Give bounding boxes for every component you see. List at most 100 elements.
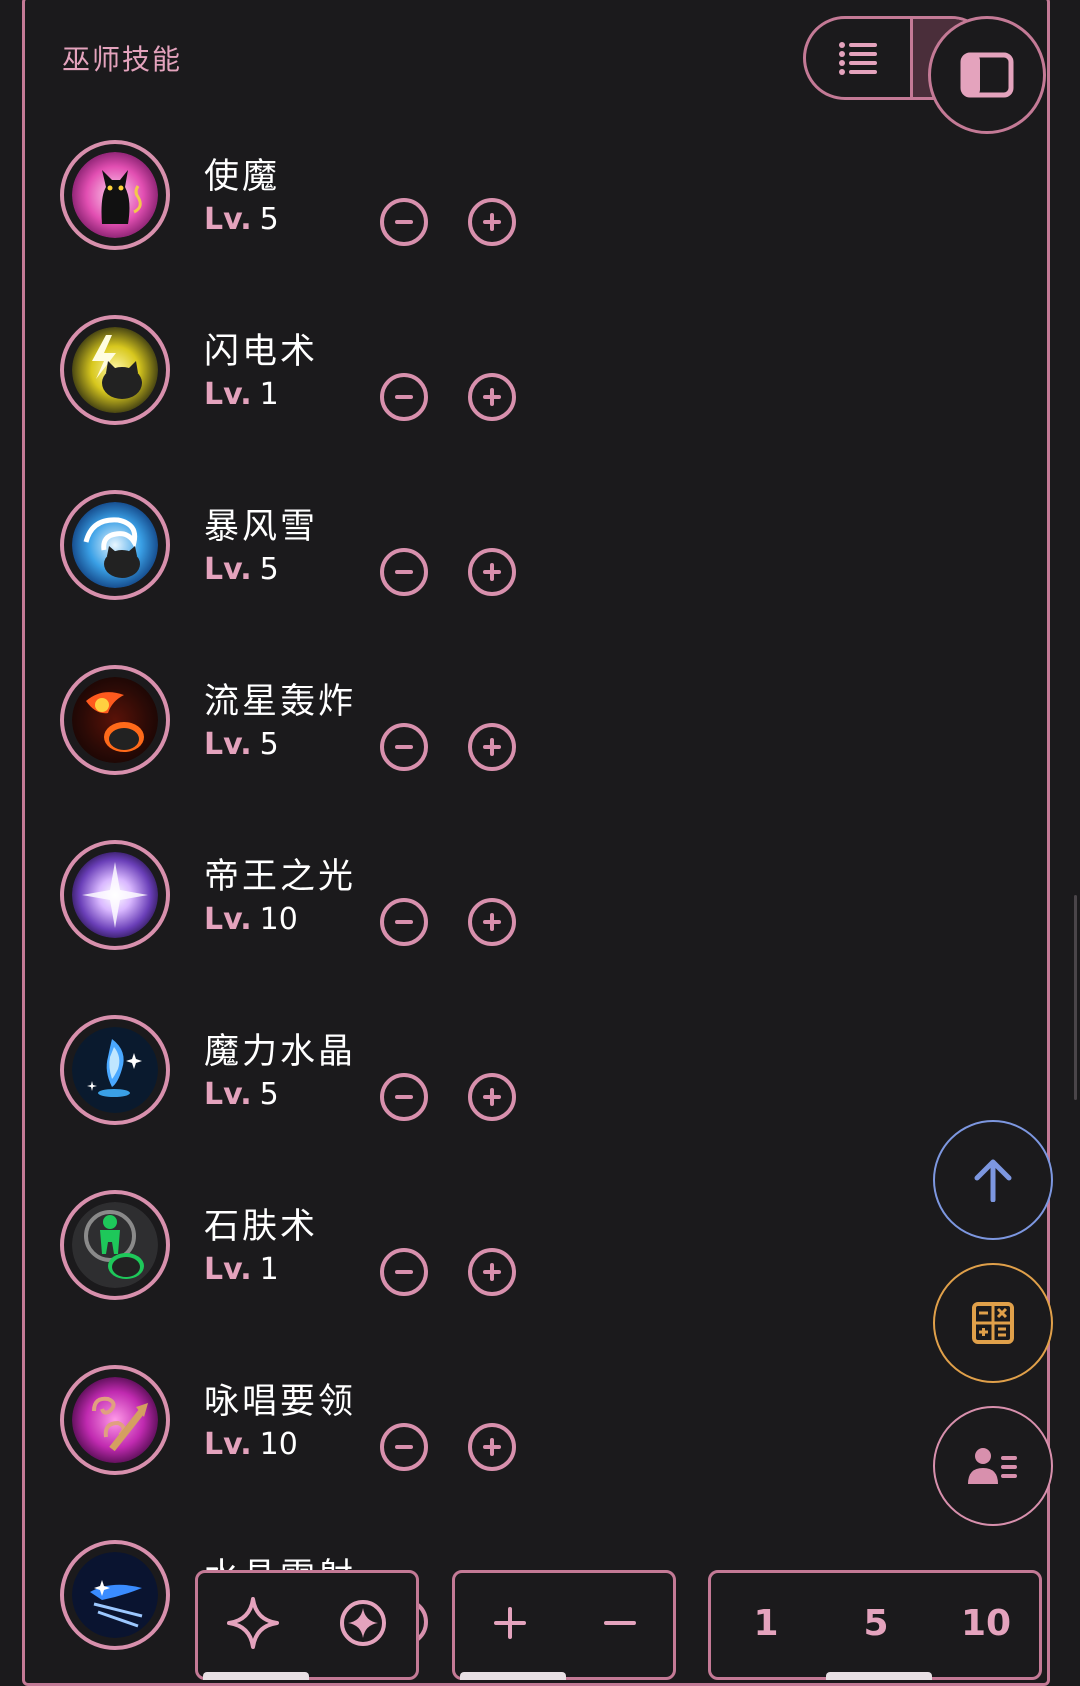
calculator-icon (972, 1302, 1014, 1344)
mode-selector (195, 1570, 419, 1680)
minus-icon (395, 395, 413, 399)
step-direction-selector (452, 1570, 676, 1680)
amount-option-1[interactable]: 1 (711, 1573, 821, 1673)
decrease-level-button[interactable] (380, 548, 428, 596)
stoneskin-cat-icon (72, 1202, 158, 1288)
minus-icon (604, 1621, 636, 1625)
minus-icon (395, 570, 413, 574)
calculator-button[interactable] (933, 1263, 1053, 1383)
increase-level-button[interactable] (468, 898, 516, 946)
skill-icon-frame[interactable] (60, 1015, 170, 1125)
skill-row: 咏唱要领 Lv. 10 (60, 1365, 620, 1475)
skill-row: 流星轰炸 Lv. 5 (60, 665, 620, 775)
skill-row: 暴风雪 Lv. 5 (60, 490, 620, 600)
minus-icon (395, 745, 413, 749)
skill-name: 使魔 (204, 157, 281, 197)
skill-icon-frame[interactable] (60, 665, 170, 775)
sparkle-icon (227, 1597, 279, 1649)
user-list-icon (968, 1448, 1017, 1484)
step-amount-selector: 1 5 10 (708, 1570, 1042, 1680)
decrease-level-button[interactable] (380, 373, 428, 421)
step-increase-option[interactable] (455, 1573, 565, 1673)
lightning-cat-icon (72, 327, 158, 413)
skill-level: Lv. 5 (204, 202, 279, 237)
skill-name: 魔力水晶 (204, 1032, 357, 1072)
plus-icon (483, 563, 501, 581)
sidebar-toggle-button[interactable] (928, 16, 1046, 134)
decrease-level-button[interactable] (380, 198, 428, 246)
skill-name: 咏唱要领 (204, 1382, 357, 1422)
plus-icon (483, 1263, 501, 1281)
list-view-button[interactable] (806, 19, 910, 97)
amount-option-10[interactable]: 10 (931, 1573, 1041, 1673)
selected-indicator (460, 1672, 566, 1680)
skill-icon-frame[interactable] (60, 1540, 170, 1650)
skill-level: Lv. 10 (204, 902, 298, 937)
profile-list-button[interactable] (933, 1406, 1053, 1526)
increase-level-button[interactable] (468, 1073, 516, 1121)
selected-indicator (203, 1672, 309, 1680)
step-decrease-option[interactable] (565, 1573, 675, 1673)
decrease-level-button[interactable] (380, 723, 428, 771)
minus-icon (395, 1095, 413, 1099)
skill-icon-frame[interactable] (60, 1190, 170, 1300)
scrollbar[interactable] (1074, 895, 1077, 1100)
imperial-light-icon (72, 852, 158, 938)
decrease-level-button[interactable] (380, 1073, 428, 1121)
minus-icon (395, 1445, 413, 1449)
skill-icon-frame[interactable] (60, 315, 170, 425)
skill-icon-frame[interactable] (60, 840, 170, 950)
amount-label: 10 (960, 1602, 1012, 1644)
crystal-laser-icon (72, 1552, 158, 1638)
plus-icon (483, 1088, 501, 1106)
skill-name: 暴风雪 (204, 507, 319, 547)
compass-star-icon (340, 1600, 386, 1646)
skill-row: 石肤术 Lv. 1 (60, 1190, 620, 1300)
skill-level: Lv. 5 (204, 552, 279, 587)
skill-icon-frame[interactable] (60, 490, 170, 600)
skill-level: Lv. 1 (204, 1252, 279, 1287)
skill-level: Lv. 5 (204, 1077, 279, 1112)
plus-icon (494, 1607, 526, 1639)
arrow-up-icon (974, 1159, 1012, 1202)
skill-name: 闪电术 (204, 332, 319, 372)
selected-indicator (826, 1672, 932, 1680)
decrease-level-button[interactable] (380, 898, 428, 946)
skill-level: Lv. 1 (204, 377, 279, 412)
skill-name: 流星轰炸 (204, 682, 357, 722)
increase-level-button[interactable] (468, 548, 516, 596)
mode-option-sparkle[interactable] (198, 1573, 308, 1673)
increase-level-button[interactable] (468, 198, 516, 246)
plus-icon (483, 738, 501, 756)
mode-option-compass[interactable] (308, 1573, 418, 1673)
plus-icon (483, 213, 501, 231)
increase-level-button[interactable] (468, 723, 516, 771)
minus-icon (395, 920, 413, 924)
skill-icon-frame[interactable] (60, 1365, 170, 1475)
increase-level-button[interactable] (468, 1248, 516, 1296)
plus-icon (483, 388, 501, 406)
amount-option-5[interactable]: 5 (821, 1573, 931, 1673)
cat-familiar-icon (72, 152, 158, 238)
plus-icon (483, 1438, 501, 1456)
minus-icon (395, 1270, 413, 1274)
increase-level-button[interactable] (468, 373, 516, 421)
list-icon (839, 42, 877, 75)
plus-icon (483, 913, 501, 931)
section-title: 巫师技能 (62, 43, 183, 76)
skill-row: 闪电术 Lv. 1 (60, 315, 620, 425)
skill-level: Lv. 10 (204, 1427, 298, 1462)
chant-essence-icon (72, 1377, 158, 1463)
amount-label: 1 (753, 1602, 779, 1644)
skill-level: Lv. 5 (204, 727, 279, 762)
decrease-level-button[interactable] (380, 1423, 428, 1471)
skill-icon-frame[interactable] (60, 140, 170, 250)
meteor-cat-icon (72, 677, 158, 763)
decrease-level-button[interactable] (380, 1248, 428, 1296)
skill-name: 帝王之光 (204, 857, 357, 897)
increase-level-button[interactable] (468, 1423, 516, 1471)
skill-name: 石肤术 (204, 1207, 319, 1247)
scroll-to-top-button[interactable] (933, 1120, 1053, 1240)
skill-row: 使魔 Lv. 5 (60, 140, 620, 250)
amount-label: 5 (863, 1602, 889, 1644)
